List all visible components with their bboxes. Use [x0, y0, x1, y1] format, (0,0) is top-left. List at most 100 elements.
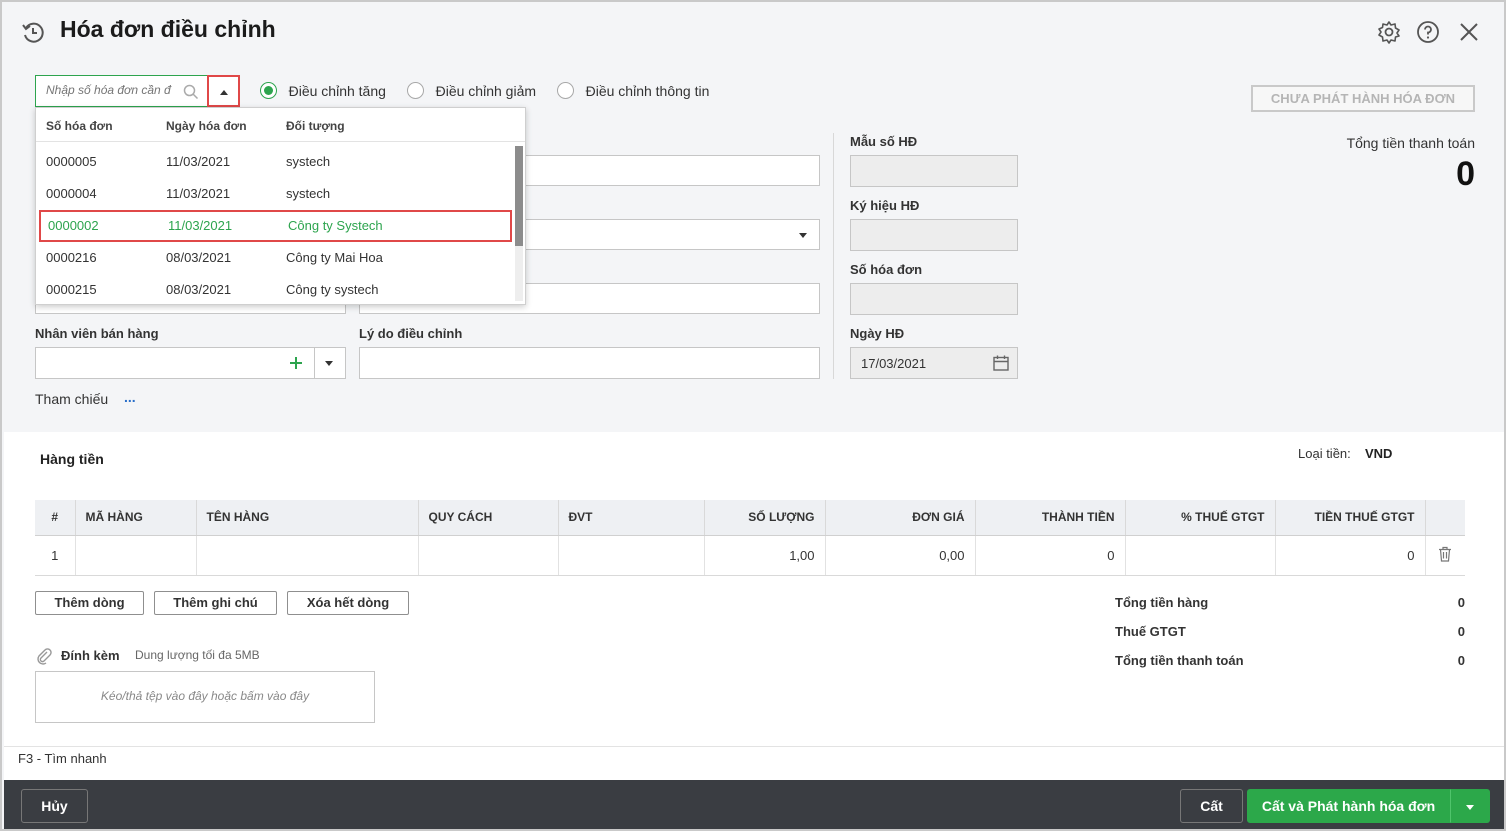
dialog-window: Hóa đơn điều chỉnh Điều chỉnh tăng Điều …: [0, 0, 1506, 831]
row-invoice-date: 11/03/2021: [166, 186, 231, 201]
dropdown-scrollbar[interactable]: [515, 146, 523, 301]
column-header: % THUẾ GTGT: [1125, 500, 1276, 536]
invoice-number-input: [850, 283, 1018, 315]
row-customer: Công ty Mai Hoa: [286, 250, 383, 265]
caret-down-icon: [799, 233, 807, 238]
caret-down-icon: [1466, 805, 1474, 810]
search-icon[interactable]: [183, 84, 199, 100]
divider: [314, 348, 315, 378]
column-header: TIỀN THUẾ GTGT: [1275, 500, 1426, 536]
close-icon[interactable]: [1458, 21, 1480, 43]
column-header: SỐ LƯỢNG: [704, 500, 826, 536]
invoice-date-value: 17/03/2021: [861, 356, 927, 371]
currency-value[interactable]: VND: [1365, 446, 1392, 461]
scrollbar-thumb[interactable]: [515, 146, 523, 246]
dropdown-row[interactable]: 0000004 11/03/2021 systech: [36, 177, 514, 209]
save-publish-dropdown[interactable]: [1450, 789, 1490, 823]
row-invoice-number: 0000004: [46, 186, 97, 201]
radio-circle[interactable]: [407, 82, 424, 100]
column-header-actions: [1425, 500, 1465, 536]
column-header: ĐVT: [558, 500, 705, 536]
trash-icon[interactable]: [1438, 546, 1452, 562]
cell-index: 1: [35, 535, 76, 576]
table-row[interactable]: 1 1,00 0,00 0 0: [35, 535, 1465, 576]
column-header: THÀNH TIỀN: [975, 500, 1126, 536]
payment-total-label: Tổng tiền thanh toán: [1346, 135, 1475, 151]
column-header: Đối tượng: [286, 119, 345, 133]
invoice-search-input[interactable]: [46, 76, 181, 104]
cell-item-code[interactable]: [75, 535, 197, 576]
reference-more-link[interactable]: ...: [124, 389, 136, 405]
radio-label: Điều chỉnh thông tin: [585, 82, 710, 99]
footer-bar: Hủy Cất Cất và Phát hành hóa đơn: [4, 780, 1504, 829]
payment-total-value: 0: [1456, 155, 1475, 193]
cell-quantity[interactable]: 1,00: [704, 535, 826, 576]
vat-total-label: Thuế GTGT: [1115, 624, 1186, 639]
column-header: #: [35, 500, 76, 536]
row-invoice-number: 0000216: [46, 250, 97, 265]
cell-spec[interactable]: [418, 535, 559, 576]
row-invoice-date: 08/03/2021: [166, 282, 232, 297]
dropdown-row-selected[interactable]: 0000002 11/03/2021 Công ty Systech: [39, 210, 512, 242]
add-icon[interactable]: [289, 356, 303, 370]
dropzone-hint: Kéo/thả tệp vào đây hoặc bấm vào đây: [100, 689, 310, 703]
sales-staff-field[interactable]: [35, 347, 346, 379]
total-goods-label: Tổng tiền hàng: [1115, 595, 1209, 610]
help-icon[interactable]: [1416, 20, 1440, 44]
save-button[interactable]: Cất: [1180, 789, 1243, 823]
dropdown-row[interactable]: 0000005 11/03/2021 systech: [36, 145, 514, 177]
column-header: Ngày hóa đơn: [166, 119, 247, 133]
cell-vat-amount[interactable]: 0: [1275, 535, 1426, 576]
radio-circle[interactable]: [260, 82, 277, 100]
gear-icon[interactable]: [1377, 20, 1401, 44]
adjust-reason-input[interactable]: [359, 347, 820, 379]
invoice-status-button: CHƯA PHÁT HÀNH HÓA ĐƠN: [1251, 85, 1475, 112]
save-publish-button[interactable]: Cất và Phát hành hóa đơn: [1247, 789, 1450, 823]
calendar-icon[interactable]: [992, 354, 1010, 372]
history-icon: [22, 22, 44, 43]
caret-down-icon[interactable]: [324, 360, 334, 367]
dropdown-row[interactable]: 0000216 08/03/2021 Công ty Mai Hoa: [36, 241, 514, 273]
radio-label: Điều chỉnh giảm: [435, 82, 537, 99]
dropdown-header: Số hóa đơn Ngày hóa đơn Đối tượng: [36, 108, 525, 142]
row-invoice-date: 08/03/2021: [166, 250, 232, 265]
add-note-button[interactable]: Thêm ghi chú: [154, 591, 277, 615]
cell-vat-rate[interactable]: [1125, 535, 1276, 576]
table-header-row: # MÃ HÀNG TÊN HÀNG QUY CÁCH ĐVT SỐ LƯỢNG…: [35, 500, 1465, 536]
radio-circle[interactable]: [557, 82, 574, 100]
sales-staff-label: Nhân viên bán hàng: [35, 326, 159, 341]
row-invoice-date: 11/03/2021: [166, 154, 231, 169]
caret-up-icon: [220, 90, 228, 95]
vat-total-value: 0: [1457, 624, 1465, 639]
reference-label: Tham chiếu: [35, 391, 109, 407]
column-header: TÊN HÀNG: [196, 500, 419, 536]
radio-adjust-info[interactable]: Điều chỉnh thông tin: [557, 82, 710, 100]
clear-rows-button[interactable]: Xóa hết dòng: [287, 591, 409, 615]
radio-adjust-increase[interactable]: Điều chỉnh tăng: [260, 82, 386, 100]
invoice-template-input: [850, 155, 1018, 187]
attachment-limit: Dung lượng tối đa 5MB: [135, 648, 260, 662]
radio-adjust-decrease[interactable]: Điều chỉnh giảm: [407, 82, 537, 100]
total-goods-value: 0: [1457, 595, 1465, 610]
invoice-search-field[interactable]: [35, 75, 208, 107]
cancel-button[interactable]: Hủy: [21, 789, 88, 823]
dropdown-toggle-button[interactable]: [207, 75, 240, 107]
goods-table: # MÃ HÀNG TÊN HÀNG QUY CÁCH ĐVT SỐ LƯỢNG…: [35, 500, 1465, 576]
grand-total-label: Tổng tiền thanh toán: [1115, 653, 1244, 668]
currency-label: Loại tiền:: [1298, 446, 1351, 461]
column-header: ĐƠN GIÁ: [825, 500, 976, 536]
invoice-symbol-input: [850, 219, 1018, 251]
add-row-button[interactable]: Thêm dòng: [35, 591, 144, 615]
cell-amount[interactable]: 0: [975, 535, 1126, 576]
grand-total-value: 0: [1457, 653, 1465, 668]
dropdown-row[interactable]: 0000215 08/03/2021 Công ty systech: [36, 273, 514, 305]
cell-unit-price[interactable]: 0,00: [825, 535, 976, 576]
column-header: Số hóa đơn: [46, 119, 113, 133]
invoice-date-input[interactable]: 17/03/2021: [850, 347, 1018, 379]
attachment-dropzone[interactable]: Kéo/thả tệp vào đây hoặc bấm vào đây: [35, 671, 375, 723]
row-invoice-number: 0000215: [46, 282, 97, 297]
cell-item-name[interactable]: [196, 535, 419, 576]
column-header: QUY CÁCH: [418, 500, 559, 536]
cell-unit[interactable]: [558, 535, 705, 576]
paperclip-icon: [37, 648, 52, 665]
